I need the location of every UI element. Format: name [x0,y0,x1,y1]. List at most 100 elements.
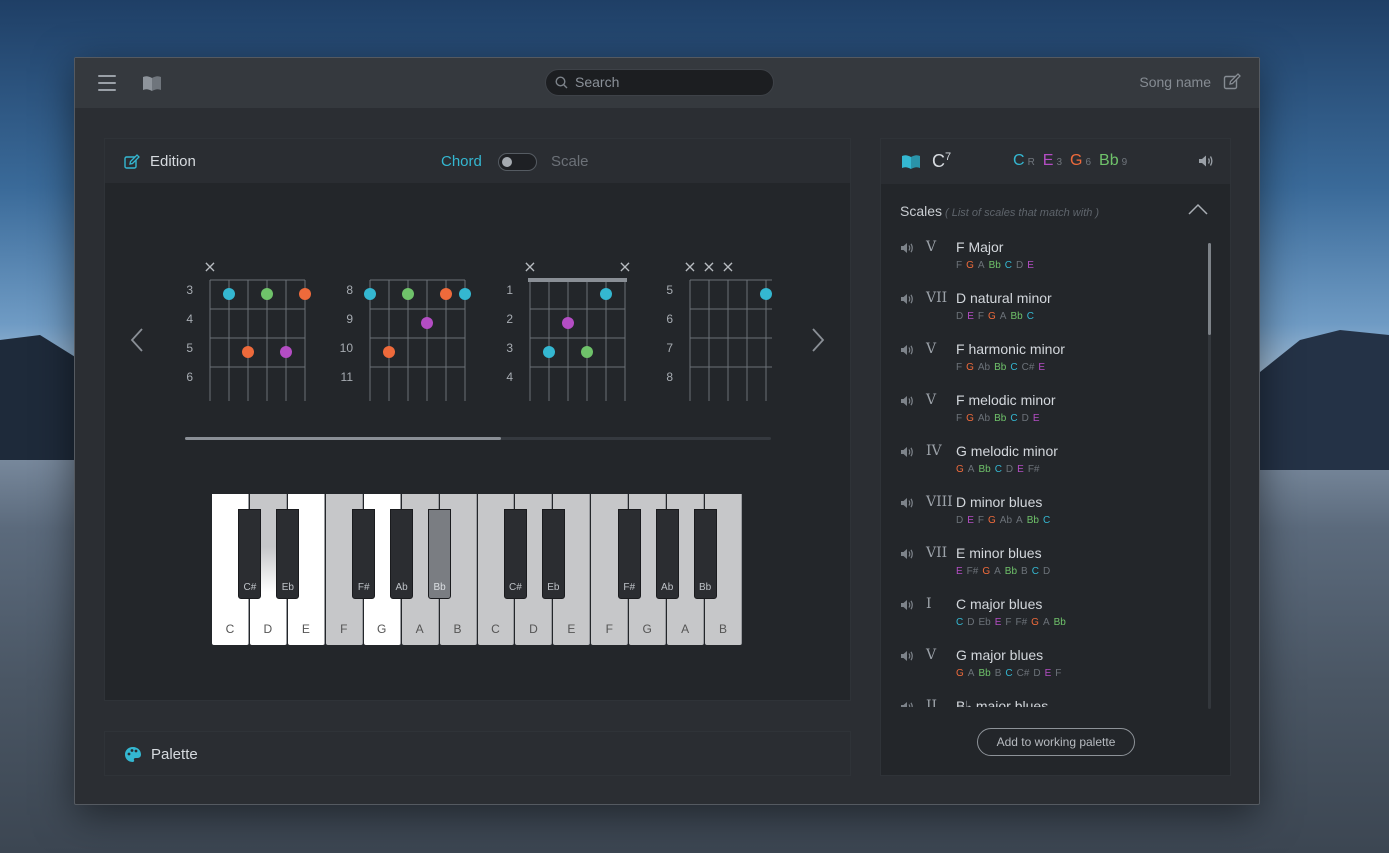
speaker-icon[interactable] [900,650,914,662]
scale-item[interactable]: VIII D minor blues D E F G Ab A Bb C [881,494,1211,545]
scale-note: G [1031,617,1039,628]
finger-dot [600,288,612,300]
piano-key-f-sharp[interactable]: F# [352,509,376,599]
mode-chord-label[interactable]: Chord [441,153,482,170]
speaker-icon[interactable] [900,446,914,458]
scale-note: Bb [978,464,991,475]
fret-number: 7 [666,341,673,355]
speaker-icon[interactable] [900,242,914,254]
add-to-palette-button[interactable]: Add to working palette [977,728,1135,756]
scale-note: G [988,515,996,526]
chevron-up-icon[interactable] [1188,203,1208,215]
scale-note: C [1010,413,1018,424]
finger-dot [280,346,292,358]
scale-notes: D E F G A Bb C [956,311,1038,322]
scale-notes: E F# G A Bb B C D [956,566,1054,577]
book-icon[interactable] [142,74,162,92]
scale-note: G [966,362,974,373]
finger-dot [299,288,311,300]
scale-degree: V [926,392,937,408]
scale-note: D [956,515,964,526]
speaker-icon[interactable] [900,395,914,407]
scale-item[interactable]: V G major blues G A Bb B C C# D E F [881,647,1211,698]
fret-number: 6 [186,370,193,384]
chevron-left-icon[interactable] [129,327,145,353]
piano-key-bb[interactable]: Bb [693,509,717,599]
chord-interval: 9 [1121,157,1128,168]
piano-key-c-sharp[interactable]: C# [238,509,262,599]
speaker-icon[interactable] [900,701,914,707]
scale-note: F# [1015,617,1028,628]
scale-note: Bb [994,413,1007,424]
scale-note: Bb [1010,311,1023,322]
scale-note: B [994,668,1002,679]
scale-item[interactable]: V F melodic minor F G Ab Bb C D E [881,392,1211,443]
scale-note: D [1042,566,1051,577]
scale-note: Bb [978,668,991,679]
speaker-icon[interactable] [1198,154,1214,168]
finger-dot [440,288,452,300]
fret-number: 1 [506,283,513,297]
scale-item[interactable]: I C major blues C D Eb E F F# G A Bb [881,596,1211,647]
scale-name: E minor blues [956,545,1042,561]
scale-name: G melodic minor [956,443,1058,459]
scale-note: G [966,413,974,424]
scales-title: Scales [900,203,943,219]
scale-item[interactable]: IV G melodic minor G A Bb C D E F# [881,443,1211,494]
speaker-icon[interactable] [900,497,914,509]
palette-panel[interactable]: Palette [104,731,851,776]
fret-number: 6 [666,312,673,326]
piano-key-f-sharp[interactable]: F# [617,509,641,599]
scale-item[interactable]: VII D natural minor D E F G A Bb C [881,290,1211,341]
scale-item[interactable]: VII E minor blues E F# G A Bb B C D [881,545,1211,596]
scale-notes: C D Eb E F F# G A Bb [956,617,1070,628]
piano-key-eb[interactable]: Eb [276,509,300,599]
scale-note: B [1021,566,1028,577]
edit-icon[interactable] [1223,73,1241,91]
speaker-icon[interactable] [900,344,914,356]
speaker-icon[interactable] [900,599,914,611]
scale-item[interactable]: II B♭ major blues [881,698,1211,707]
scale-note: E [994,617,1002,628]
scale-item[interactable]: V F Major F G A Bb C D E [881,239,1211,290]
scale-note: C [994,464,1002,475]
mute-marker-icon: × [618,257,631,276]
speaker-icon[interactable] [900,293,914,305]
scale-notes: G A Bb B C C# D E F [956,668,1065,679]
scale-note: Bb [994,362,1007,373]
scale-name: D natural minor [956,290,1052,306]
search-input[interactable]: Search [545,69,774,96]
piano-key-c-sharp[interactable]: C# [503,509,527,599]
piano-key-ab[interactable]: Ab [390,509,414,599]
chord-note: C [1013,152,1025,169]
scale-list-scrollbar[interactable] [1208,243,1211,709]
menu-icon[interactable] [98,75,116,91]
scale-note: Ab [977,413,991,424]
chord-scale-toggle[interactable] [498,153,537,171]
diagram-scrollbar[interactable] [185,437,771,440]
scale-note: F [956,260,963,271]
diagram-scrollbar-thumb[interactable] [185,437,502,440]
finger-dot [459,288,471,300]
mode-scale-label[interactable]: Scale [551,153,589,170]
mute-marker-icon: × [683,257,696,276]
piano-key-ab[interactable]: Ab [655,509,679,599]
finger-dot [581,346,593,358]
chevron-right-icon[interactable] [810,327,826,353]
scale-name: F melodic minor [956,392,1056,408]
piano-key-eb[interactable]: Eb [541,509,565,599]
fret-number: 5 [666,283,673,297]
scale-note: F [1055,668,1062,679]
scales-subtitle: ( List of scales that match with ) [945,207,1100,219]
scale-item[interactable]: V F harmonic minor F G Ab Bb C C# E [881,341,1211,392]
scale-note: C# [1016,668,1030,679]
scale-name: B♭ major blues [956,698,1049,707]
scale-note: F [977,515,985,526]
book-icon[interactable] [901,153,921,170]
speaker-icon[interactable] [900,548,914,560]
scale-note: F [977,311,985,322]
finger-dot [760,288,772,300]
song-name[interactable]: Song name [1139,74,1211,90]
piano-key-bb[interactable]: Bb [428,509,452,599]
scrollbar-thumb[interactable] [1208,243,1211,335]
